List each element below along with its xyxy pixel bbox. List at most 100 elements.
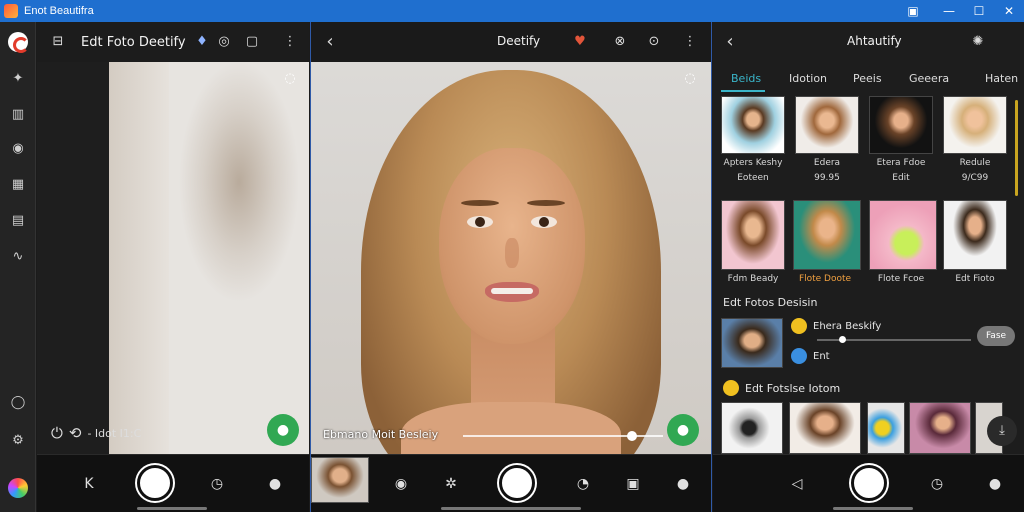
tab-4[interactable]: Haten — [985, 72, 1018, 85]
grid-item[interactable]: Flote Fcoe — [869, 200, 937, 285]
emoji-icon — [791, 318, 807, 334]
chat-button[interactable]: ● — [667, 414, 699, 446]
maximize-button[interactable]: ☐ — [970, 2, 988, 20]
chat-icon[interactable]: ◯ — [9, 394, 27, 412]
scrollbar[interactable] — [1015, 100, 1018, 196]
settings-icon[interactable]: ⚙ — [9, 432, 27, 450]
right-brow — [527, 200, 565, 206]
section-title: Edt Fotos Desisin — [723, 296, 818, 309]
book-icon[interactable]: ▥ — [9, 106, 27, 124]
grid-item[interactable]: Edt Fioto — [943, 200, 1007, 285]
focus-icon[interactable]: ◌ — [281, 70, 299, 88]
edit-icon[interactable]: ⊟ — [49, 33, 67, 51]
flower-icon[interactable] — [8, 478, 28, 498]
grid-item[interactable]: Fdm Beady — [721, 200, 785, 285]
section-title-2-row: Edt Fotslse Iotom — [723, 380, 840, 396]
back-icon[interactable]: ‹ — [721, 33, 739, 51]
pip-icon[interactable]: ▣ — [904, 2, 922, 20]
pane3-bottom-bar: ◁ ◷ ● — [713, 454, 1024, 512]
app-window: Enot Beautifra ▣ — ☐ ✕ ✦ ▥ ◉ ▦ ▤ ∿ ◯ ⚙ ⊟… — [0, 0, 1024, 512]
person-icon[interactable]: ● — [673, 474, 693, 494]
crop-icon[interactable]: ▢ — [243, 33, 261, 51]
focus-icon[interactable]: ◌ — [681, 70, 699, 88]
more-icon[interactable]: ⋮ — [681, 33, 699, 51]
back-icon[interactable]: ‹ — [321, 33, 339, 51]
more-icon[interactable]: ⋮ — [281, 33, 299, 51]
record-icon[interactable]: ◉ — [391, 474, 411, 494]
circle-icon[interactable]: ◉ — [9, 140, 27, 158]
shutter-button[interactable] — [851, 465, 887, 501]
grid-caption: Apters Keshy — [723, 158, 783, 168]
tab-0[interactable]: Beids — [731, 72, 761, 85]
grid-item[interactable]: Apters Keshy Eoteen — [721, 96, 785, 184]
last-photo-thumbnail[interactable] — [311, 457, 369, 503]
tab-1[interactable]: Idotion — [789, 72, 827, 85]
grid-caption: Edt Fioto — [955, 274, 995, 284]
active-tab-indicator — [721, 90, 765, 92]
person-icon[interactable]: ● — [265, 474, 285, 494]
row-action-button[interactable]: Fase — [977, 326, 1015, 346]
grid-item[interactable]: Redule 9/C99 — [943, 96, 1007, 184]
gem-icon[interactable]: ♦ — [193, 33, 211, 51]
slider-knob[interactable] — [627, 431, 637, 441]
timer-icon[interactable]: ◔ — [573, 474, 593, 494]
thumbnail-balloons[interactable] — [867, 402, 905, 454]
pane2-top-bar: ‹ Deetify ♥ ⊗ ⊙ ⋮ — [311, 22, 711, 62]
bottom-thumbnail-strip — [721, 402, 1024, 454]
row-slider-knob[interactable] — [839, 336, 846, 343]
rose-icon[interactable]: ♥ — [571, 33, 589, 51]
grid-thumbnail — [795, 96, 859, 154]
globe-icon[interactable]: ✺ — [969, 33, 987, 51]
shutter-button[interactable] — [137, 465, 173, 501]
grid-thumbnail — [869, 96, 933, 154]
download-button[interactable]: ⤓ — [987, 416, 1017, 446]
power-icon[interactable]: ⏻ — [51, 424, 63, 442]
grid-caption: Etera Fdoe — [876, 158, 926, 168]
close-button[interactable]: ✕ — [1000, 2, 1018, 20]
pane1-side-strip — [37, 62, 109, 454]
row-thumbnail[interactable] — [721, 318, 783, 368]
window-title: Enot Beautifra — [24, 5, 94, 17]
thumbnail-portrait[interactable] — [789, 402, 861, 454]
grid-item[interactable]: Edera 99.95 — [795, 96, 859, 184]
pane1-top-bar: ⊟ Edt Foto Deetify ♦ ◎ ▢ ⋮ — [37, 22, 309, 62]
gallery-icon[interactable]: ▤ — [9, 212, 27, 230]
gallery-icon[interactable]: ▣ — [623, 474, 643, 494]
left-brow — [461, 200, 499, 206]
thumbnail-party[interactable] — [909, 402, 971, 454]
portrait-face — [439, 148, 585, 344]
sparkle-icon[interactable]: ✦ — [9, 70, 27, 88]
calendar-icon[interactable]: ▦ — [9, 176, 27, 194]
clock-icon[interactable]: ◷ — [207, 474, 227, 494]
row-line-2: Ent — [791, 348, 830, 364]
pane-beautify: ‹ Deetify ♥ ⊗ ⊙ ⋮ ◌ Ebmano Moit Besleiy — [310, 22, 712, 512]
timer-icon[interactable]: ⟲ — [69, 424, 82, 442]
thumbnail-camera[interactable] — [721, 402, 783, 454]
tab-2[interactable]: Peeis — [853, 72, 882, 85]
grid-item[interactable]: Etera Fdoe Edit — [869, 96, 933, 184]
clock-icon[interactable]: ◷ — [927, 474, 947, 494]
grid-sub: 99.95 — [814, 173, 840, 183]
app-icon[interactable] — [8, 32, 29, 53]
grid-caption: Flote Fcoe — [877, 274, 925, 284]
sticker-icon[interactable]: ✲ — [441, 474, 461, 494]
grid-item[interactable]: Flote Doote — [793, 200, 861, 285]
wand-icon[interactable]: ∿ — [9, 248, 27, 266]
beautify-row-card: Ehera Beskify Ent Fase — [721, 318, 1017, 370]
tab-3[interactable]: Geeera — [909, 72, 949, 85]
grid-thumbnail — [793, 200, 861, 270]
home-indicator — [441, 507, 581, 510]
grid-sub: Eoteen — [737, 173, 769, 183]
back-nav-icon[interactable]: ◁ — [787, 474, 807, 494]
pane2-bottom-bar: ◉ ✲ ◔ ▣ ● — [311, 454, 711, 512]
pane3-title: Ahtautify — [847, 34, 902, 48]
arrow-icon[interactable]: K — [79, 474, 99, 494]
right-eye — [531, 216, 557, 228]
chat-button[interactable]: ● — [267, 414, 299, 446]
compass-icon[interactable]: ⊙ — [645, 33, 663, 51]
minimize-button[interactable]: — — [940, 2, 958, 20]
shutter-button[interactable] — [499, 465, 535, 501]
filter-icon[interactable]: ⊗ — [611, 33, 629, 51]
person-icon[interactable]: ● — [985, 474, 1005, 494]
rotate-icon[interactable]: ◎ — [215, 33, 233, 51]
